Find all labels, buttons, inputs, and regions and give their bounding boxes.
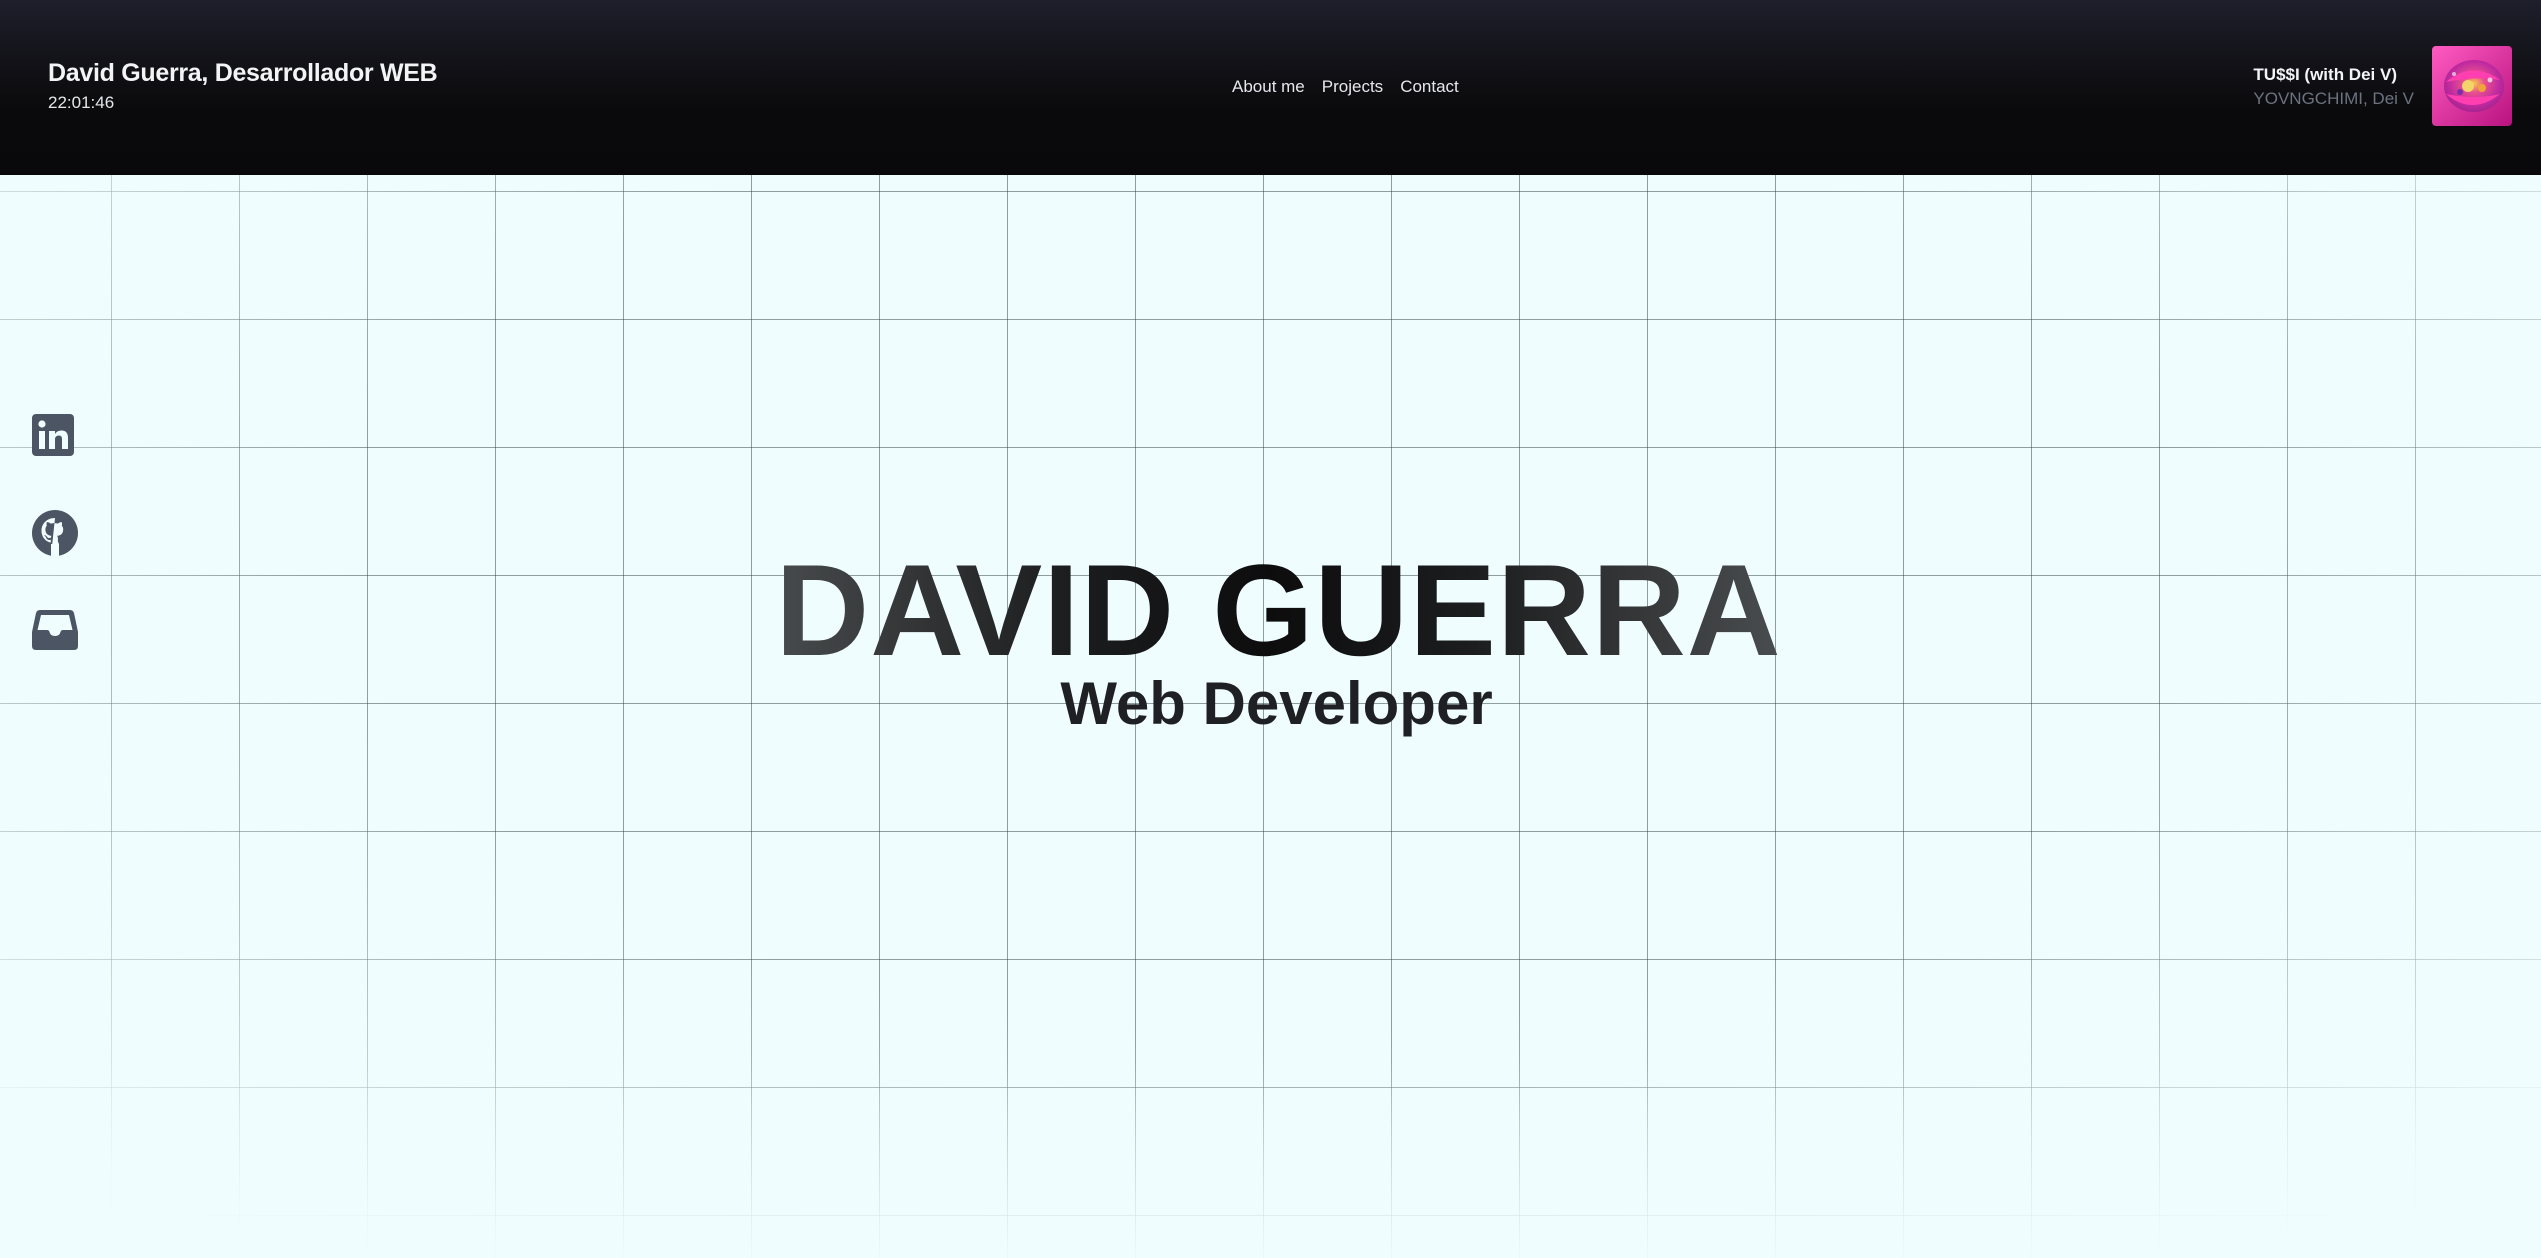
main-nav: About me Projects Contact [1232, 76, 1459, 98]
hero: DAVID GUERRA Web Developer [0, 540, 2541, 736]
brand[interactable]: David Guerra, Desarrollador WEB 22:01:46 [48, 58, 438, 114]
now-playing-artist: YOVNGCHIMI, Dei V [2253, 89, 2414, 108]
now-playing[interactable]: TU$$I (with Dei V) YOVNGCHIMI, Dei V [2253, 64, 2414, 110]
now-playing-title: TU$$I (with Dei V) [2253, 65, 2397, 84]
site-header: David Guerra, Desarrollador WEB 22:01:46… [0, 0, 2541, 175]
album-art[interactable] [2432, 46, 2512, 126]
nav-link-about-me[interactable]: About me [1232, 76, 1305, 98]
linkedin-icon [32, 414, 74, 456]
clock: 22:01:46 [48, 93, 115, 112]
hero-name: DAVID GUERRA [759, 540, 1781, 680]
nav-link-projects[interactable]: Projects [1322, 76, 1383, 98]
hero-role: Web Developer [1060, 670, 1493, 737]
nav-link-contact[interactable]: Contact [1400, 76, 1459, 98]
linkedin-link[interactable] [30, 412, 80, 462]
brand-title[interactable]: David Guerra, Desarrollador WEB [48, 58, 438, 88]
album-art-image [2432, 46, 2512, 126]
